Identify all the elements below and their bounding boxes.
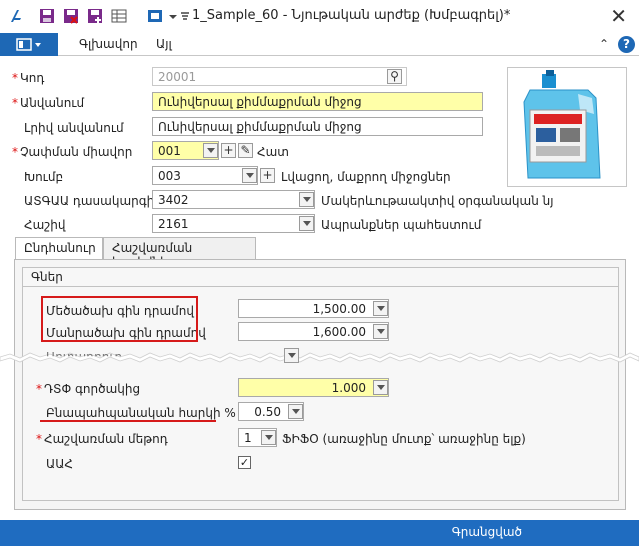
window-title: 1_Sample_60 - Նյութական արժեք (Խմբագրել)… — [192, 8, 511, 23]
wholesale-price-field[interactable]: 1,500.00 — [238, 299, 389, 318]
status-bar: Գրանցված — [0, 520, 639, 546]
save-close-icon[interactable] — [62, 7, 80, 25]
natural-loss-label: Բնապահպանական հարկի % — [46, 406, 236, 420]
highlight-box — [41, 296, 198, 342]
collapse-ribbon-icon[interactable]: ⌃ — [599, 37, 609, 51]
method-text: ՖԻՖՕ (առաջինը մուտք՝ առաջինը ելք) — [282, 432, 526, 446]
wholesale-price-dropdown[interactable] — [373, 301, 388, 316]
unit-dropdown[interactable] — [203, 143, 218, 158]
account-label: Հաշիվ — [24, 218, 66, 232]
name-field[interactable]: Ունիվերսալ քիմմաքրման միջոց — [152, 92, 483, 111]
partial-dropdown[interactable] — [284, 348, 299, 363]
menu-bar: Գլխավոր Այլ ⌃ ? — [0, 33, 639, 56]
tab-accounting-accounts[interactable]: Հաշվառման հաշիվներ — [103, 237, 256, 269]
atgaa-field[interactable]: 3402 — [152, 190, 315, 209]
tab-general[interactable]: Ընդհանուր — [15, 237, 103, 261]
vat-checkbox[interactable]: ✓ — [238, 456, 251, 469]
vat-coef-label: * ԴՏՓ գործակից — [36, 382, 141, 396]
product-bottle-icon — [523, 70, 601, 179]
vat-coef-dropdown[interactable] — [373, 380, 388, 395]
full-name-field[interactable]: Ունիվերսալ քիմմաքրման միջոց — [152, 117, 483, 136]
print-icon[interactable] — [146, 7, 164, 25]
highlight-underline — [40, 420, 216, 422]
vat-label: ԱԱՀ — [46, 457, 73, 471]
dropdown-arrow-icon[interactable] — [168, 7, 178, 25]
group-dropdown[interactable] — [242, 168, 257, 183]
app-menu-button[interactable] — [0, 33, 58, 56]
method-dropdown[interactable] — [261, 430, 276, 445]
natural-loss-dropdown[interactable] — [288, 404, 303, 419]
name-label: * Անվանում — [12, 96, 85, 110]
account-text: Ապրանքներ պահեստում — [321, 218, 482, 232]
code-label: * Կոդ — [12, 71, 45, 85]
save-new-icon[interactable] — [86, 7, 104, 25]
menu-icon — [16, 38, 41, 51]
method-label: * Հաշվառման մեթոդ — [36, 432, 168, 446]
status-text: Գրանցված — [451, 525, 522, 539]
app-logo-icon — [11, 10, 21, 22]
retail-price-field[interactable]: 1,600.00 — [238, 322, 389, 341]
unit-label: * Չափման միավոր — [12, 145, 133, 159]
unit-edit-icon[interactable]: ✎ — [238, 143, 253, 158]
full-name-label: Լրիվ անվանում — [24, 121, 124, 135]
code-field[interactable]: 20001 — [152, 67, 407, 86]
account-field[interactable]: 2161 — [152, 214, 315, 233]
menu-item-other[interactable]: Այլ — [156, 37, 172, 51]
vat-coef-field[interactable]: 1.000 — [238, 378, 389, 397]
unit-text: Հատ — [257, 145, 289, 159]
atgaa-label: ԱՏԳԱԱ դասակարգիչ — [24, 194, 160, 208]
menu-item-main[interactable]: Գլխավոր — [79, 37, 138, 51]
help-icon[interactable]: ? — [618, 36, 635, 53]
atgaa-dropdown[interactable] — [299, 192, 314, 207]
atgaa-text: Մակերևութաակտիվ օրգանական նյ — [321, 194, 554, 208]
save-icon[interactable] — [38, 7, 56, 25]
unit-add-icon[interactable]: + — [221, 143, 236, 158]
group-label: Խումբ — [24, 170, 64, 184]
title-bar: 1_Sample_60 - Նյութական արժեք (Խմբագրել)… — [0, 0, 639, 33]
product-image[interactable] — [507, 67, 627, 187]
close-icon[interactable]: ✕ — [610, 4, 627, 28]
group-add-icon[interactable]: + — [260, 168, 275, 183]
group-text: Լվացող, մաքրող միջոցներ — [281, 170, 451, 184]
filter-icon[interactable] — [180, 7, 190, 25]
retail-price-dropdown[interactable] — [373, 324, 388, 339]
account-dropdown[interactable] — [299, 216, 314, 231]
prices-group-title: Գներ — [23, 268, 618, 287]
pick-code-icon[interactable]: ⚲ — [387, 69, 402, 84]
grid-menu-icon[interactable] — [110, 7, 128, 25]
